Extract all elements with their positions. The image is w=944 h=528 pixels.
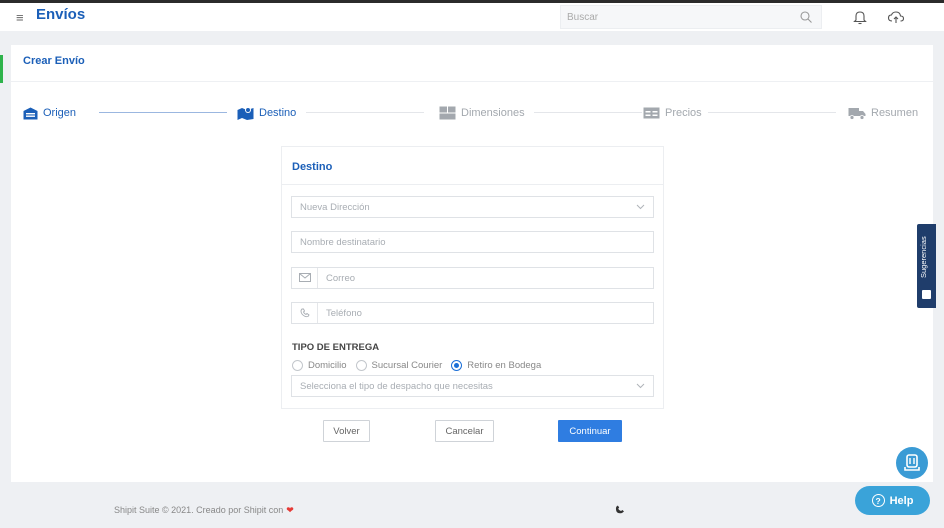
step-resumen[interactable]: Resumen (848, 105, 918, 121)
radio-domicilio[interactable]: Domicilio (292, 359, 347, 371)
back-button[interactable]: Volver (323, 420, 370, 442)
truck-icon (848, 107, 866, 120)
search-input[interactable] (561, 6, 791, 28)
recipient-name-placeholder: Nombre destinatario (300, 237, 386, 248)
step-connector (708, 112, 836, 113)
step-connector (99, 112, 227, 113)
form-divider (282, 184, 663, 185)
radio-circle[interactable] (451, 359, 463, 371)
email-prefix (292, 268, 318, 288)
phone-prefix (292, 303, 318, 323)
step-label: Dimensiones (461, 107, 525, 119)
help-icon: ? (871, 494, 885, 507)
top-header: ≡ Envíos (0, 3, 944, 31)
address-select-value: Nueva Dirección (300, 202, 370, 213)
radio-label: Retiro en Bodega (467, 359, 542, 371)
address-select[interactable]: Nueva Dirección (291, 196, 654, 218)
step-destino[interactable]: Destino (237, 105, 296, 121)
dispatch-type-select[interactable]: Selecciona el tipo de despacho que neces… (291, 375, 654, 397)
destination-form: Destino Nueva Dirección Nombre destinata… (281, 146, 664, 409)
footer-text: Shipit Suite © 2021. Creado por Shipit c… (114, 505, 284, 515)
cancel-button[interactable]: Cancelar (435, 420, 494, 442)
help-label: Help (889, 494, 914, 507)
step-origen[interactable]: Origen (23, 105, 76, 121)
help-button[interactable]: ? Help (855, 486, 930, 515)
card-divider (11, 81, 933, 82)
email-placeholder: Correo (326, 273, 356, 284)
step-connector (306, 112, 424, 113)
chevron-down-icon (636, 383, 645, 389)
phone-field[interactable]: Teléfono (291, 302, 654, 324)
step-label: Origen (43, 107, 77, 119)
radio-circle[interactable] (355, 359, 367, 371)
form-title: Destino (292, 161, 333, 173)
step-label: Resumen (871, 107, 919, 119)
radio-label: Sucursal Courier (371, 359, 443, 371)
delivery-type-heading: TIPO DE ENTREGA (292, 342, 380, 353)
price-table-icon (643, 107, 660, 119)
suggestions-label: Sugerencias (919, 236, 928, 278)
radio-retiro-en-bodega[interactable]: Retiro en Bodega (451, 359, 542, 371)
suggestions-tab[interactable]: Sugerencias (917, 224, 936, 308)
menu-icon[interactable]: ≡ (16, 10, 24, 25)
radio-circle[interactable] (292, 359, 303, 371)
suggestions-icon (922, 290, 931, 299)
heart-icon: ❤ (286, 505, 294, 515)
phone-icon (300, 308, 310, 318)
step-connector (534, 112, 642, 113)
step-label: Destino (259, 107, 297, 119)
dispatch-type-value: Selecciona el tipo de despacho que neces… (300, 381, 493, 392)
radio-sucursal-courier[interactable]: Sucursal Courier (355, 359, 443, 371)
radio-label: Domicilio (308, 359, 347, 371)
page-title: Envíos (36, 6, 86, 23)
card-title: Crear Envío (23, 55, 85, 67)
delivery-type-group: Domicilio Sucursal Courier Retiro en Bod… (292, 358, 550, 372)
main-card: Crear Envío Origen Destino Dimensiones P… (11, 45, 933, 482)
continue-button[interactable]: Continuar (558, 420, 622, 442)
footer: Shipit Suite © 2021. Creado por Shipit c… (114, 505, 294, 516)
search-box (560, 5, 822, 29)
active-section-indicator (0, 55, 3, 83)
chevron-down-icon (636, 204, 645, 210)
phone-icon[interactable] (614, 503, 626, 515)
bell-icon[interactable] (853, 9, 867, 25)
step-label: Precios (665, 107, 702, 119)
boxes-icon (439, 106, 456, 120)
step-precios[interactable]: Precios (643, 105, 702, 121)
recipient-name-field[interactable]: Nombre destinatario (291, 231, 654, 253)
support-icon (904, 454, 920, 471)
warehouse-icon (23, 107, 38, 119)
chat-widget-button[interactable] (896, 447, 928, 479)
phone-placeholder: Teléfono (326, 308, 362, 319)
email-field[interactable]: Correo (291, 267, 654, 289)
cloud-upload-icon[interactable] (887, 10, 905, 24)
map-marker-icon (237, 107, 254, 120)
step-dimensiones[interactable]: Dimensiones (439, 105, 525, 121)
search-icon[interactable] (799, 10, 813, 24)
envelope-icon (299, 273, 311, 282)
